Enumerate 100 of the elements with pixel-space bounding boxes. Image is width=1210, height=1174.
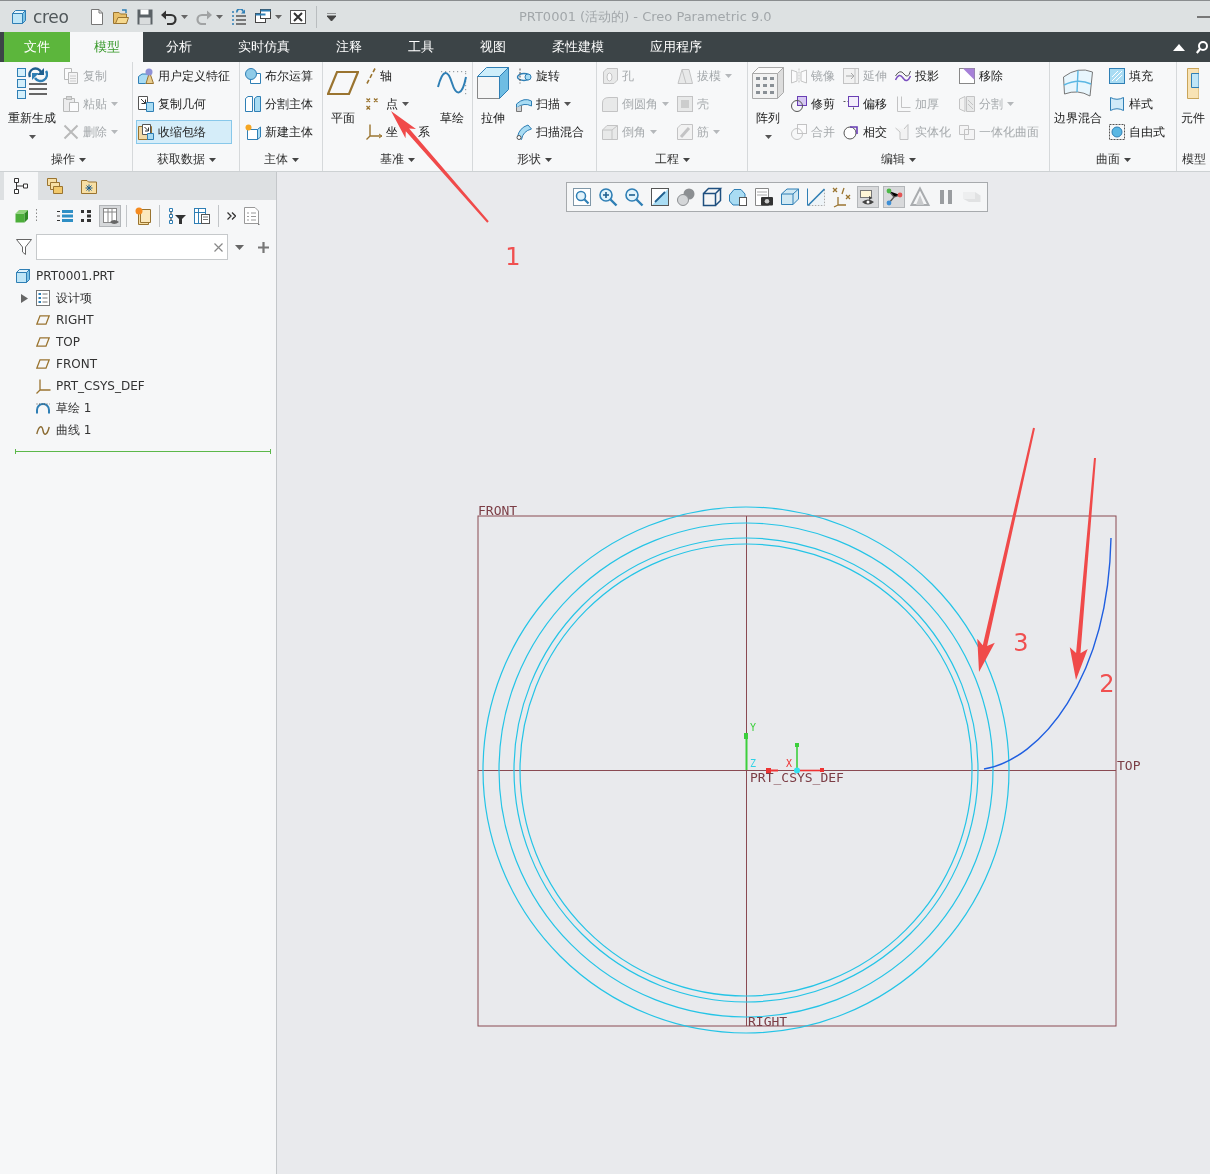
double-chevron-icon[interactable] [227,212,236,220]
tree-item[interactable]: TOP [0,331,276,353]
ribbon-button[interactable]: 新建主体 [243,120,315,144]
tree-item[interactable]: RIGHT [0,309,276,331]
ribbon-button[interactable]: 拉伸 [476,62,510,146]
insert-marker[interactable] [15,449,271,454]
filter-field[interactable] [36,234,228,260]
eye-frame-icon[interactable] [857,186,879,208]
ribbon-button[interactable]: 旋转 [514,64,586,88]
ribbon-button[interactable]: 修剪 [789,92,837,116]
ribbon-button[interactable]: 扫描混合 [514,120,586,144]
overlapping-sheets-icon [959,124,975,140]
ribbon-button[interactable]: 坐 系 [364,120,432,144]
table-eye-icon[interactable] [99,205,121,227]
menu-tab[interactable]: 实时仿真 [215,32,313,62]
ribbon-button[interactable]: 填充 [1107,64,1167,88]
menu-tab[interactable]: 模型 [70,32,143,62]
caret-up-icon[interactable] [1173,43,1185,51]
cube-icon [12,9,26,24]
save-icon[interactable] [136,8,153,25]
search-icon[interactable] [1196,40,1208,54]
overlapping-windows-icon[interactable] [254,8,271,25]
minimize-icon[interactable] [1197,15,1210,18]
group-menu-button[interactable]: 获取数据 [155,150,217,169]
wireframe-box-icon[interactable] [779,186,801,208]
group-menu-button[interactable]: 模型 [1180,150,1207,169]
caret-icon[interactable] [235,244,244,250]
document-icon[interactable] [88,8,105,25]
group-menu-button[interactable]: 形状 [516,150,553,169]
ribbon-button[interactable]: 自由式 [1107,120,1167,144]
caret-icon [713,130,720,134]
datum-label: TOP [1117,758,1141,773]
folder-icon[interactable] [112,8,129,25]
zoom-in-icon[interactable] [597,186,619,208]
bar-caret-icon[interactable] [326,12,336,21]
octagon-document-icon[interactable] [727,186,749,208]
ribbon-button[interactable]: 复制几何 [136,92,232,116]
ribbon-button[interactable]: 扫描 [514,92,586,116]
slash-plane-icon[interactable] [805,186,827,208]
tree-item[interactable]: PRT0001.PRT [0,265,276,287]
plus-icon[interactable] [258,241,269,253]
crosses-axes-icon[interactable] [831,186,853,208]
caret-icon[interactable] [180,14,188,19]
group-menu-button[interactable]: 主体 [262,150,300,169]
menu-tab[interactable]: 应用程序 [627,32,725,62]
list-icon[interactable] [57,209,73,223]
ribbon-button[interactable]: 布尔运算 [243,64,315,88]
ribbon-button[interactable]: 草绘 [435,62,468,146]
ribbon-button[interactable]: 重新生成 [7,62,57,146]
square-dots-icon[interactable] [81,209,91,223]
ribbon-button[interactable]: 移除 [957,64,1041,88]
ribbon-button[interactable]: 用户定义特征 [136,64,232,88]
list-arrows-icon[interactable] [230,8,247,25]
connected-nodes-icon[interactable] [883,186,905,208]
tree-item[interactable]: 草绘 1 [0,397,276,419]
menu-tab[interactable]: 柔性建模 [529,32,627,62]
parallelogram-icon [36,315,50,325]
tree-item[interactable]: 曲线 1 [0,419,276,441]
ribbon-button[interactable]: 阵列 [751,62,785,146]
menu-tab[interactable]: 分析 [143,32,215,62]
table-document-icon[interactable] [194,208,210,224]
panel-tab[interactable] [4,172,38,200]
tree-item[interactable]: FRONT [0,353,276,375]
cube-outline-icon[interactable] [701,186,723,208]
shapes-icon [138,68,154,84]
close-icon[interactable] [289,8,306,25]
undo-icon[interactable] [160,8,177,25]
ribbon-button[interactable]: 收缩包络 [136,120,232,144]
group-menu-button[interactable]: 操作 [49,150,87,169]
ribbon-button[interactable]: 边界混合 [1053,62,1103,146]
document-list-icon[interactable] [244,207,260,225]
expand-arrow-icon[interactable] [20,293,28,303]
ribbon-button[interactable]: 轴 [364,64,432,88]
group-menu-button[interactable]: 曲面 [1094,150,1132,169]
menu-tab[interactable]: 注释 [313,32,385,62]
ribbon-button[interactable]: 相交 [841,120,889,144]
cube-icon[interactable] [15,209,28,223]
ribbon-button[interactable]: 元件 [1180,62,1206,146]
zoom-out-icon[interactable] [623,186,645,208]
dot-documents-icon[interactable] [135,207,151,225]
ribbon-button[interactable]: 平面 [326,62,360,146]
group-menu-button[interactable]: 工程 [653,150,691,169]
square-slash-icon[interactable] [649,186,671,208]
ribbon-button[interactable]: 投影 [893,64,953,88]
ribbon-button[interactable]: 分割主体 [243,92,315,116]
ribbon-button[interactable]: 点 [364,92,432,116]
folder-asterisk-icon [81,178,97,194]
group-menu-button[interactable]: 基准 [379,150,416,169]
menu-tab[interactable]: 视图 [457,32,529,62]
menu-tab[interactable]: 工具 [385,32,457,62]
group-menu-button[interactable]: 编辑 [880,150,917,169]
ribbon-button[interactable]: 偏移 [841,92,889,116]
tree-filter-icon[interactable] [168,208,186,224]
magnifier-frame-icon[interactable] [571,186,593,208]
camera-icon[interactable] [753,186,775,208]
tree-item[interactable]: PRT_CSYS_DEF [0,375,276,397]
tree-item[interactable]: 设计项 [0,287,276,309]
ribbon-button[interactable]: 样式 [1107,92,1167,116]
clear-icon[interactable] [214,242,223,252]
caret-icon[interactable] [274,14,282,19]
